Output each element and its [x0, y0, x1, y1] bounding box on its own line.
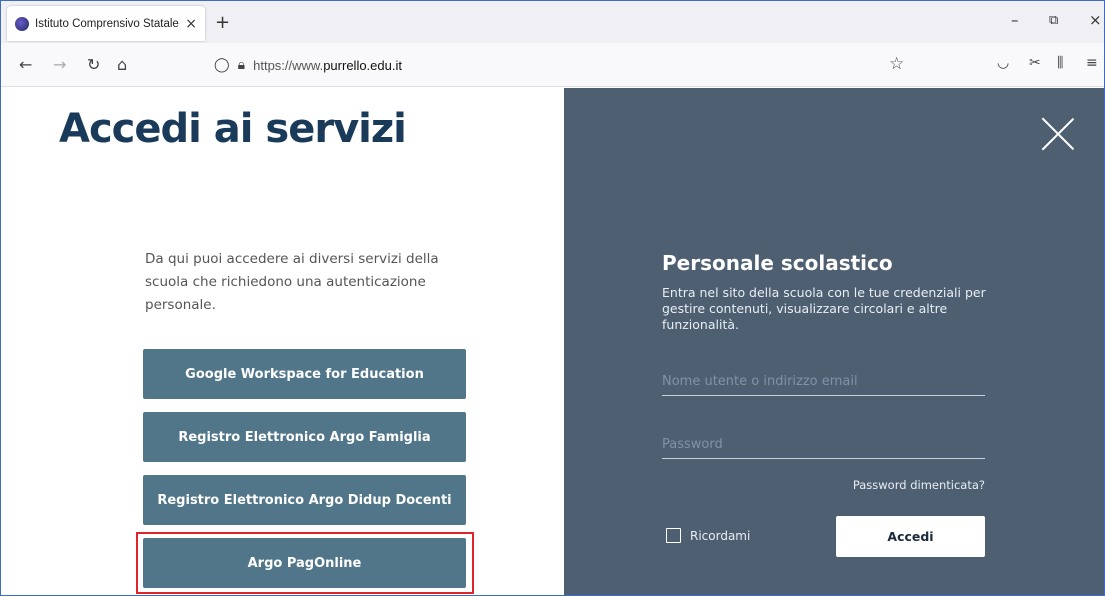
service-button-argo-famiglia[interactable]: Registro Elettronico Argo Famiglia — [143, 412, 466, 462]
url-text[interactable]: https://www.purrello.edu.it — [253, 58, 402, 73]
service-button-argo-didup[interactable]: Registro Elettronico Argo Didup Docenti — [143, 475, 466, 525]
browser-window: Istituto Comprensivo Statale "M… × + – ⧉… — [0, 0, 1105, 596]
site-favicon-icon — [15, 16, 29, 31]
page-title: Accedi ai servizi — [59, 106, 407, 152]
minimize-button[interactable]: – — [1011, 11, 1019, 29]
forgot-password-link[interactable]: Password dimenticata? — [849, 478, 985, 492]
restore-button[interactable]: ⧉ — [1049, 13, 1058, 28]
username-input[interactable] — [662, 368, 985, 396]
checkbox-box[interactable] — [666, 528, 681, 543]
back-arrow-icon[interactable]: ← — [19, 55, 32, 74]
home-icon[interactable]: ⌂ — [117, 55, 127, 74]
address-bar[interactable]: ◯ 🔒︎ https://www.purrello.edu.it — [214, 51, 922, 79]
lock-icon[interactable]: 🔒︎ — [238, 57, 245, 73]
browser-tab[interactable]: Istituto Comprensivo Statale "M… × — [7, 6, 205, 41]
bookmark-star-icon[interactable]: ☆ — [889, 54, 904, 74]
reload-icon[interactable]: ↻ — [87, 55, 100, 74]
services-panel: Accedi ai servizi Da qui puoi accedere a… — [9, 88, 564, 595]
forward-arrow-icon[interactable]: → — [53, 55, 66, 74]
url-domain: purrello.edu.it — [323, 57, 402, 73]
password-input[interactable] — [662, 431, 985, 459]
window-close-button[interactable]: × — [1089, 11, 1102, 29]
new-tab-button[interactable]: + — [215, 12, 230, 33]
pocket-icon[interactable]: ◡ — [997, 55, 1009, 71]
login-description: Entra nel sito della scuola con le tue c… — [662, 285, 986, 332]
tab-strip: Istituto Comprensivo Statale "M… × + – ⧉… — [1, 1, 1104, 43]
login-panel: Personale scolastico Entra nel sito dell… — [564, 88, 1104, 595]
navigation-bar: ← → ↻ ⌂ ◯ 🔒︎ https://www.purrello.edu.it… — [1, 43, 1104, 87]
login-button[interactable]: Accedi — [836, 516, 985, 557]
login-title: Personale scolastico — [662, 251, 893, 275]
close-icon[interactable] — [1042, 118, 1074, 150]
screenshot-icon[interactable]: ✂ — [1029, 55, 1041, 71]
intro-text: Da qui puoi accedere ai diversi servizi … — [145, 251, 439, 313]
remember-me-checkbox[interactable]: Ricordami — [666, 528, 750, 543]
url-prefix: https://www. — [253, 57, 324, 73]
highlight-box — [136, 532, 474, 594]
remember-me-label: Ricordami — [690, 528, 751, 543]
library-icon[interactable]: ⫼ — [1057, 55, 1063, 71]
page-content: Accedi ai servizi Da qui puoi accedere a… — [9, 88, 1104, 595]
tab-close-icon[interactable]: × — [185, 16, 197, 32]
shield-icon[interactable]: ◯ — [214, 57, 230, 73]
tab-title: Istituto Comprensivo Statale "M… — [35, 18, 181, 30]
service-button-google-workspace[interactable]: Google Workspace for Education — [143, 349, 466, 399]
tab-title-text: Istituto Comprensivo Statale "M — [35, 17, 182, 30]
menu-icon[interactable]: ≡ — [1086, 55, 1098, 71]
